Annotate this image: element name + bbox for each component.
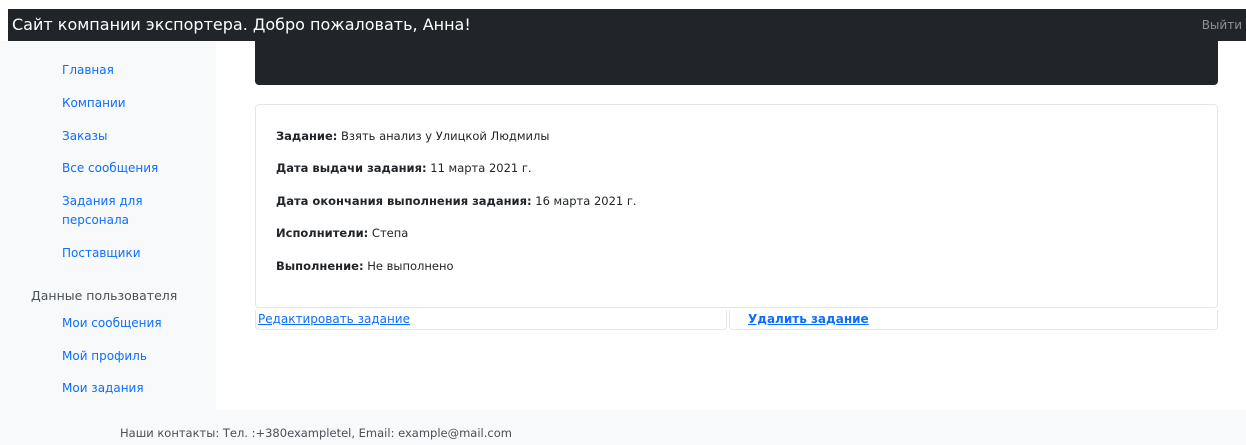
edit-action-box: Редактировать задание xyxy=(255,310,727,330)
delete-action-box: Удалить задание xyxy=(729,310,1218,330)
sidebar-item-my-messages[interactable]: Мои сообщения xyxy=(62,314,162,333)
status-value: Не выполнено xyxy=(363,259,454,273)
sidebar-item-orders[interactable]: Заказы xyxy=(62,127,108,146)
dark-banner xyxy=(255,41,1218,85)
task-row-assignees: Исполнители: Степа xyxy=(276,226,408,240)
brand-title[interactable]: Сайт компании экспортера. Добро пожалова… xyxy=(12,15,471,34)
sidebar-heading-user-data: Данные пользователя xyxy=(31,288,178,303)
footer: Наши контакты: Тел. :+380exampletel, Ema… xyxy=(0,410,1246,445)
issue-date-label: Дата выдачи задания: xyxy=(276,161,427,175)
sidebar-item-my-tasks[interactable]: Мои задания xyxy=(62,379,144,398)
task-row-issue-date: Дата выдачи задания: 11 марта 2021 г. xyxy=(276,161,532,175)
delete-task-link[interactable]: Удалить задание xyxy=(748,312,869,326)
task-actions: Редактировать задание Удалить задание xyxy=(255,310,1218,330)
task-row-status: Выполнение: Не выполнено xyxy=(276,259,454,273)
edit-task-link[interactable]: Редактировать задание xyxy=(258,312,410,326)
task-row-name: Задание: Взять анализ у Улицкой Людмилы xyxy=(276,129,549,143)
assignees-value: Степа xyxy=(368,226,409,240)
task-row-deadline: Дата окончания выполнения задания: 16 ма… xyxy=(276,194,637,208)
deadline-label: Дата окончания выполнения задания: xyxy=(276,194,532,208)
logout-link[interactable]: Выйти xyxy=(1202,18,1242,32)
task-details-card: Задание: Взять анализ у Улицкой Людмилы … xyxy=(255,104,1218,308)
sidebar-item-suppliers[interactable]: Поставщики xyxy=(62,244,141,263)
sidebar-item-staff-tasks[interactable]: Задания для персонала xyxy=(62,192,172,230)
sidebar: Главная Компании Заказы Все сообщения За… xyxy=(0,41,216,410)
sidebar-item-home[interactable]: Главная xyxy=(62,61,114,80)
page: Сайт компании экспортера. Добро пожалова… xyxy=(0,0,1246,445)
task-name-value: Взять анализ у Улицкой Людмилы xyxy=(337,129,550,143)
footer-contacts: Наши контакты: Тел. :+380exampletel, Ema… xyxy=(120,426,512,440)
status-label: Выполнение: xyxy=(276,259,364,273)
sidebar-item-companies[interactable]: Компании xyxy=(62,94,126,113)
issue-date-value: 11 марта 2021 г. xyxy=(426,161,532,175)
sidebar-item-all-messages[interactable]: Все сообщения xyxy=(62,159,158,178)
sidebar-item-my-profile[interactable]: Мой профиль xyxy=(62,347,147,366)
assignees-label: Исполнители: xyxy=(276,226,369,240)
task-name-label: Задание: xyxy=(276,129,338,143)
top-navbar: Сайт компании экспортера. Добро пожалова… xyxy=(8,9,1246,41)
deadline-value: 16 марта 2021 г. xyxy=(531,194,637,208)
